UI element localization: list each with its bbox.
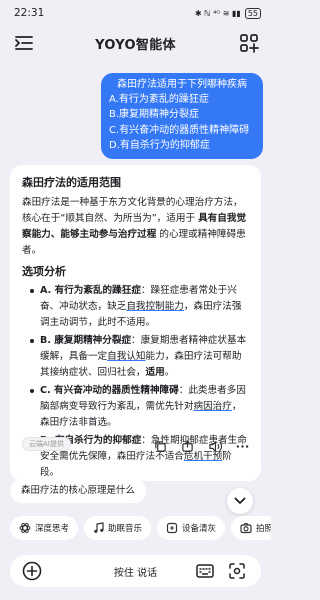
analysis-heading: 选项分析 <box>22 265 66 278</box>
ai-source-badge: 云端AI提供 <box>22 437 71 451</box>
scan-camera-icon[interactable] <box>228 562 246 584</box>
copy-icon[interactable] <box>154 440 167 453</box>
hold-to-talk-button[interactable]: 按住 说话 <box>10 564 261 579</box>
keyword-link[interactable]: 病因治疗 <box>194 401 232 412</box>
list-item: C. 有兴奋冲动的器质性精神障碍：此类患者多因脑部病变导致行为紊乱，需优先针对病… <box>30 383 249 431</box>
chip-sleep-music[interactable]: 助眠音乐 <box>84 516 152 540</box>
ai-response-card: 森田疗法的适用范围 森田疗法是一种基于东方文化背景的心理治疗方法，核心在于“顺其… <box>10 165 261 499</box>
grid-add-icon[interactable] <box>239 33 259 53</box>
speaker-icon[interactable] <box>208 440 222 453</box>
option-a: A.有行为紊乱的躁狂症 <box>109 94 209 106</box>
chip-deep-think[interactable]: 深度思考 <box>10 516 79 540</box>
chevron-down-icon <box>234 497 246 504</box>
question-text: 森田疗法适用于下列哪种疾病 <box>117 79 247 90</box>
chip-camera[interactable]: 拍照 <box>231 516 271 540</box>
item-label: A. 有行为紊乱的躁狂症 <box>40 285 141 296</box>
keyboard-icon[interactable] <box>196 563 214 583</box>
page-title: YOYO智能体 <box>95 37 176 53</box>
sidebar-menu-icon[interactable] <box>14 34 34 52</box>
status-icons: ✱ ℕ ⁴ᴳ ≋ ▮▮ <box>194 8 241 18</box>
keyword-link[interactable]: 自我认知 <box>107 351 145 362</box>
suggested-question[interactable]: 森田疗法的核心原理是什么 <box>10 479 147 503</box>
response-actions <box>154 440 249 453</box>
chip-label: 设备清灰 <box>182 524 217 534</box>
scroll-down-button[interactable] <box>227 488 253 514</box>
chat-input-bar: 按住 说话 <box>10 555 261 587</box>
battery-icon: 55 <box>244 7 261 19</box>
response-intro: 森田疗法是一种基于东方文化背景的心理治疗方法，核心在于“顺其自然、为所当为”，适… <box>22 195 249 259</box>
deep-think-icon <box>19 523 31 533</box>
item-label: C. 有兴奋冲动的器质性精神障碍 <box>40 385 179 396</box>
chip-device-clean[interactable]: 设备清灰 <box>157 516 226 540</box>
share-icon[interactable] <box>181 440 194 453</box>
item-label: B. 康复期精神分裂症 <box>40 335 132 346</box>
chip-label: 助眠音乐 <box>108 524 143 534</box>
option-d: D.有自杀行为的抑郁症 <box>109 139 210 151</box>
status-indicators: ✱ ℕ ⁴ᴳ ≋ ▮▮ 55 <box>194 7 261 19</box>
chip-label: 拍照 <box>256 524 271 534</box>
music-note-icon <box>94 522 104 533</box>
keyword-link[interactable]: 自我控制能力 <box>126 301 184 312</box>
camera-icon <box>240 522 252 534</box>
option-c: C.有兴奋冲动的器质性精神障碍 <box>109 124 250 136</box>
more-icon[interactable] <box>236 440 249 453</box>
quick-chips: 深度思考 助眠音乐 设备清灰 拍照 <box>10 516 271 540</box>
status-bar: 22:31 ✱ ℕ ⁴ᴳ ≋ ▮▮ 55 <box>0 0 271 26</box>
list-item: B. 康复期精神分裂症：康复期患者精神症状基本缓解，具备一定自我认知能力，森田疗… <box>30 333 249 381</box>
device-clean-icon <box>166 522 178 534</box>
response-title: 森田疗法的适用范围 <box>22 176 121 189</box>
list-item: A. 有行为紊乱的躁狂症：躁狂症患者常处于兴奋、冲动状态，缺乏自我控制能力，森田… <box>30 283 249 331</box>
app-header: YOYO智能体 <box>0 28 271 58</box>
option-b: B.康复期精神分裂症 <box>109 109 200 121</box>
item-verdict: 适用 <box>145 367 165 378</box>
user-message-bubble[interactable]: 森田疗法适用于下列哪种疾病 A.有行为紊乱的躁狂症 B.康复期精神分裂症 C.有… <box>101 73 263 160</box>
chip-label: 深度思考 <box>35 524 70 534</box>
status-time: 22:31 <box>14 7 45 19</box>
